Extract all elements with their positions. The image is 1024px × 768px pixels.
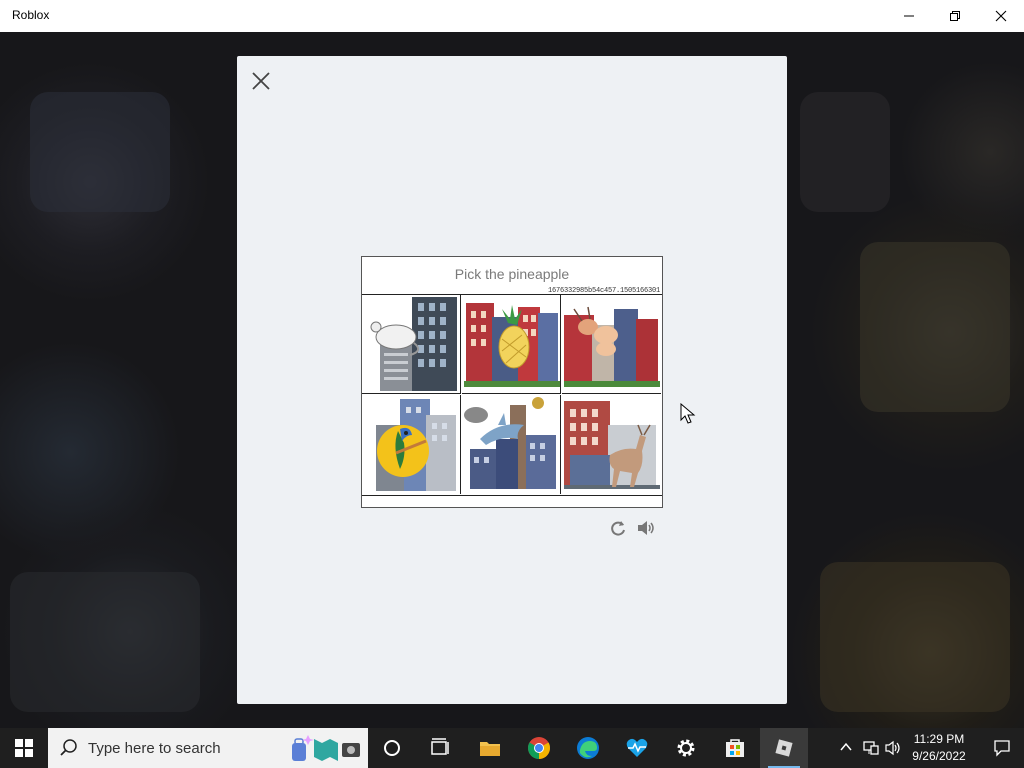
clock-date: 9/26/2022 — [912, 749, 966, 763]
microsoft-store-button[interactable] — [711, 728, 759, 768]
dolphin-image — [464, 397, 556, 489]
refresh-icon — [611, 521, 625, 536]
pineapple-image — [464, 303, 560, 387]
deer-tile[interactable] — [562, 395, 661, 494]
file-explorer-button[interactable] — [466, 728, 514, 768]
volume-icon — [885, 740, 900, 756]
volume-button[interactable] — [884, 728, 904, 768]
background-decoration — [860, 242, 1010, 412]
close-icon — [995, 10, 1007, 22]
window-title-bar: Roblox — [0, 0, 1024, 32]
close-window-button[interactable] — [978, 0, 1024, 32]
windows-logo-icon — [15, 739, 33, 757]
parrot-image — [376, 399, 456, 491]
notification-icon — [994, 740, 1010, 757]
cortana-icon — [384, 740, 400, 756]
microsoft-store-icon — [726, 739, 744, 757]
file-explorer-icon — [480, 742, 500, 756]
close-modal-button[interactable] — [249, 69, 273, 93]
network-icon — [863, 741, 879, 755]
clock-time: 11:29 PM — [913, 732, 965, 746]
background-decoration — [820, 562, 1010, 712]
taskbar: Type here to search 11:29 PM 9/26/2022 — [0, 728, 1024, 768]
background-decoration — [30, 92, 170, 212]
ant-image — [564, 306, 660, 387]
chevron-up-icon — [840, 742, 852, 751]
task-view-icon — [431, 738, 449, 755]
show-hidden-icons-button[interactable] — [836, 728, 856, 768]
captcha-challenge: Pick the pineapple 1676332985b54c457.150… — [361, 256, 663, 508]
deer-image — [564, 401, 660, 489]
audio-challenge-button[interactable] — [636, 518, 656, 538]
action-center-button[interactable] — [980, 728, 1024, 768]
refresh-button[interactable] — [608, 518, 628, 538]
restore-button[interactable] — [932, 0, 978, 32]
mouse-tile[interactable] — [362, 295, 461, 394]
parrot-tile[interactable] — [362, 395, 461, 494]
captcha-grid — [362, 294, 662, 496]
edge-icon — [577, 737, 599, 759]
background-decoration — [800, 92, 890, 212]
captcha-prompt: Pick the pineapple — [454, 266, 570, 282]
roblox-icon — [775, 739, 793, 757]
background-decoration — [10, 572, 200, 712]
restore-icon — [950, 11, 960, 21]
dolphin-tile[interactable] — [462, 395, 561, 494]
search-highlight-icon — [292, 735, 360, 761]
cortana-button[interactable] — [368, 728, 416, 768]
chrome-icon — [528, 737, 550, 759]
task-view-button[interactable] — [416, 728, 464, 768]
minimize-icon — [904, 15, 914, 17]
close-icon — [252, 72, 270, 90]
settings-icon — [677, 739, 695, 757]
roblox-taskbar-button[interactable] — [760, 728, 808, 768]
speaker-icon — [638, 521, 654, 535]
start-button[interactable] — [0, 728, 48, 768]
health-app-icon — [626, 738, 648, 757]
search-placeholder: Type here to search — [88, 740, 221, 757]
taskbar-search-box[interactable]: Type here to search — [48, 728, 368, 768]
edge-button[interactable] — [564, 728, 612, 768]
taskbar-clock[interactable]: 11:29 PM 9/26/2022 — [904, 731, 974, 765]
ant-tile[interactable] — [562, 295, 661, 394]
window-title: Roblox — [12, 8, 50, 22]
search-icon — [60, 739, 77, 756]
mouse-pointer-icon — [680, 403, 696, 424]
mouse-image — [370, 297, 457, 391]
chrome-button[interactable] — [515, 728, 563, 768]
settings-button[interactable] — [662, 728, 710, 768]
captcha-modal: Pick the pineapple 1676332985b54c457.150… — [237, 56, 787, 704]
health-app-button[interactable] — [613, 728, 661, 768]
minimize-button[interactable] — [886, 0, 932, 32]
pineapple-tile[interactable] — [462, 295, 561, 394]
network-button[interactable] — [860, 728, 882, 768]
